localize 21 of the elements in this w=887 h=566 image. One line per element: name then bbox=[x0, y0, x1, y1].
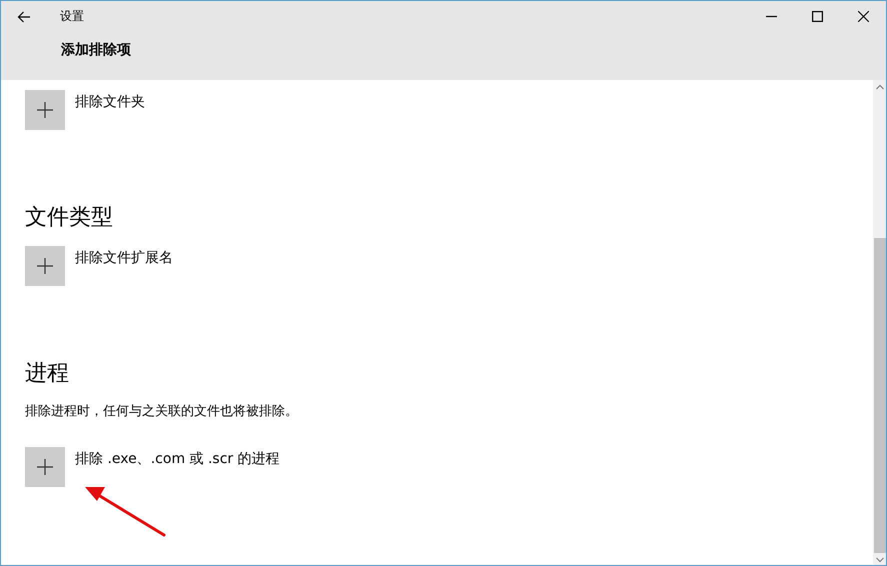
scrollbar-thumb[interactable] bbox=[874, 238, 886, 553]
add-button[interactable] bbox=[25, 246, 65, 286]
scroll-down-icon[interactable] bbox=[876, 557, 884, 563]
back-arrow-icon bbox=[17, 10, 31, 22]
window-title: 设置 bbox=[60, 8, 84, 25]
plus-icon bbox=[37, 258, 53, 274]
section-heading: 进程 bbox=[25, 360, 70, 388]
scroll-up-icon[interactable] bbox=[876, 84, 884, 90]
page-title: 添加排除项 bbox=[61, 41, 132, 59]
add-label[interactable]: 排除 .exe、.com 或 .scr 的进程 bbox=[75, 450, 280, 468]
add-label[interactable]: 排除文件夹 bbox=[75, 93, 145, 111]
add-label[interactable]: 排除文件扩展名 bbox=[75, 249, 173, 267]
plus-icon bbox=[37, 102, 53, 118]
add-button[interactable] bbox=[25, 90, 65, 130]
section-description: 排除进程时，任何与之关联的文件也将被排除。 bbox=[25, 403, 299, 420]
maximize-icon bbox=[812, 11, 822, 22]
scrollbar[interactable] bbox=[873, 80, 886, 565]
close-icon bbox=[858, 11, 868, 22]
plus-icon bbox=[37, 459, 53, 475]
add-button[interactable] bbox=[25, 447, 65, 487]
section-heading: 文件类型 bbox=[25, 204, 114, 232]
